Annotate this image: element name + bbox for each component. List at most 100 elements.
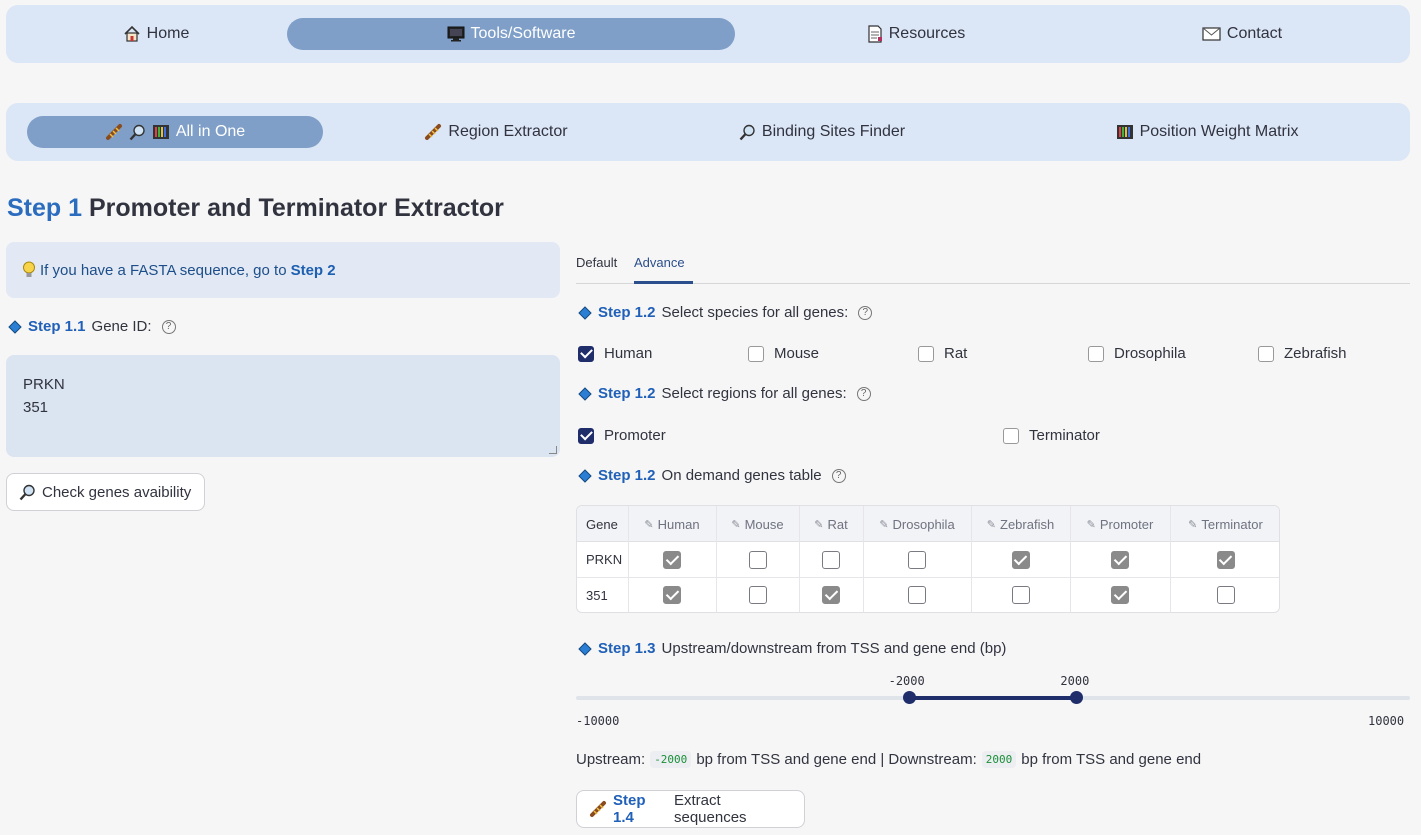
species-checkbox-rat[interactable]: Rat: [918, 345, 967, 362]
nav-tools-software[interactable]: Tools/Software: [287, 18, 735, 50]
species-text: Select species for all genes:: [661, 304, 849, 321]
checkbox-box[interactable]: [918, 345, 934, 362]
table-cell-gene[interactable]: 351: [577, 577, 628, 612]
extract-sequences-button[interactable]: Step 1.4 Extract sequences: [576, 790, 805, 828]
help-icon[interactable]: ?: [856, 386, 871, 401]
species-checkbox-zebrafish[interactable]: Zebrafish: [1258, 345, 1347, 362]
check-genes-button[interactable]: Check genes avaibility: [6, 473, 205, 511]
checkbox-box[interactable]: [748, 586, 767, 604]
dna-icon: [589, 800, 607, 818]
table-cell-checkbox[interactable]: [971, 577, 1070, 612]
checkbox-box[interactable]: [1216, 550, 1235, 569]
column-header-human[interactable]: ✎ Human: [628, 506, 716, 542]
checkbox-box[interactable]: [748, 550, 767, 569]
checkbox-box[interactable]: [663, 586, 681, 604]
range-min-label: -10000: [576, 714, 620, 728]
table-cell-checkbox[interactable]: [1170, 577, 1279, 612]
checkbox-box[interactable]: [822, 550, 840, 569]
table-cell-checkbox[interactable]: [1070, 577, 1170, 612]
column-header-rat[interactable]: ✎ Rat: [799, 506, 863, 542]
nav-contact[interactable]: Contact: [1132, 18, 1352, 50]
house-icon: [123, 25, 141, 43]
range-max-label: 10000: [1368, 714, 1405, 728]
table-cell-checkbox[interactable]: [863, 577, 971, 612]
checkbox-box[interactable]: [1258, 345, 1274, 362]
region-checkbox-promoter[interactable]: Promoter: [578, 427, 666, 444]
species-checkbox-mouse[interactable]: Mouse: [748, 345, 819, 362]
range-slider-low-handle[interactable]: [903, 691, 917, 704]
subnav-region-extractor-label: Region Extractor: [448, 123, 568, 140]
table-cell-checkbox[interactable]: [971, 542, 1070, 577]
checkbox-box[interactable]: [578, 427, 594, 444]
column-header-drosophila[interactable]: ✎ Drosophila: [863, 506, 971, 542]
column-header-gene[interactable]: Gene: [577, 506, 628, 542]
table-cell-checkbox[interactable]: [716, 542, 799, 577]
gene-id-textarea[interactable]: PRKN 351: [6, 355, 560, 457]
table-cell-checkbox[interactable]: [863, 542, 971, 577]
table-cell-checkbox[interactable]: [716, 577, 799, 612]
summary-downstream-value: 2000: [981, 751, 1017, 768]
range-step: Step 1.3: [598, 640, 656, 657]
species-checkbox-drosophila[interactable]: Drosophila: [1088, 345, 1186, 362]
species-label: Step 1.2 Select species for all genes: ?: [578, 304, 873, 321]
help-icon[interactable]: ?: [161, 319, 176, 334]
tab-default[interactable]: Default: [576, 255, 617, 270]
regions-label: Step 1.2 Select regions for all genes: ?: [578, 385, 871, 402]
checkbox-box[interactable]: [748, 345, 764, 362]
edit-icon: ✎: [1188, 518, 1198, 531]
resize-handle[interactable]: [549, 446, 557, 454]
species-checkbox-human[interactable]: Human: [578, 345, 652, 362]
checkbox-box[interactable]: [578, 345, 594, 362]
checkbox-box[interactable]: [1088, 345, 1104, 362]
table-cell-checkbox[interactable]: [799, 542, 863, 577]
region-checkbox-terminator[interactable]: Terminator: [1003, 427, 1100, 444]
checkbox-box[interactable]: [1011, 586, 1030, 604]
checkbox-box[interactable]: [663, 550, 681, 569]
column-header-zebrafish[interactable]: ✎ Zebrafish: [971, 506, 1070, 542]
nav-resources[interactable]: Resources: [806, 18, 1026, 50]
info-step-link[interactable]: Step 2: [291, 262, 336, 279]
diamond-icon: [578, 305, 592, 320]
info-text: If you have a FASTA sequence, go to: [40, 261, 287, 279]
table-cell-checkbox[interactable]: [1070, 542, 1170, 577]
edit-icon: ✎: [814, 518, 824, 531]
genes-table: Gene ✎ Human ✎ Mouse ✎ Rat ✎ Drosophila ✎ Zeb…: [576, 505, 1280, 613]
column-header-label: Rat: [827, 516, 848, 532]
top-nav: Home Tools/Software Resources Contact: [6, 5, 1410, 63]
edit-icon: ✎: [879, 518, 889, 531]
table-cell-gene[interactable]: PRKN: [577, 542, 628, 577]
nav-tools-label: Tools/Software: [470, 25, 576, 42]
extract-step: Step 1.4: [613, 792, 646, 826]
checkbox-box[interactable]: [1216, 586, 1235, 604]
nav-home[interactable]: Home: [46, 18, 266, 50]
edit-icon: ✎: [644, 518, 654, 531]
subnav-position-weight-matrix[interactable]: Position Weight Matrix: [1087, 116, 1327, 148]
subnav-all-in-one[interactable]: All in One: [27, 116, 323, 148]
subnav-region-extractor[interactable]: Region Extractor: [386, 116, 606, 148]
diamond-icon: [578, 386, 592, 401]
checkbox-box[interactable]: [1111, 586, 1129, 604]
table-cell-checkbox[interactable]: [799, 577, 863, 612]
column-header-promoter[interactable]: ✎ Promoter: [1070, 506, 1170, 542]
checkbox-box[interactable]: [1003, 427, 1019, 444]
range-slider-fill: [909, 696, 1077, 700]
checkbox-box[interactable]: [1111, 550, 1129, 569]
checkbox-box[interactable]: [908, 586, 926, 604]
checkbox-box[interactable]: [908, 550, 926, 569]
subnav-binding-sites-finder[interactable]: Binding Sites Finder: [712, 116, 932, 148]
summary-upstream-suffix: bp from TSS and gene end | Downstream:: [696, 751, 977, 768]
table-cell-checkbox[interactable]: [628, 577, 716, 612]
table-cell-checkbox[interactable]: [628, 542, 716, 577]
range-slider-high-handle[interactable]: [1069, 691, 1083, 704]
help-icon[interactable]: ?: [831, 468, 846, 483]
tab-advance[interactable]: Advance: [634, 255, 685, 270]
column-header-terminator[interactable]: ✎ Terminator: [1170, 506, 1279, 542]
checkbox-box[interactable]: [822, 586, 840, 604]
edit-icon: ✎: [1086, 518, 1096, 531]
column-header-label: Human: [657, 516, 700, 532]
range-summary: Upstream: -2000 bp from TSS and gene end…: [576, 751, 1201, 768]
checkbox-box[interactable]: [1011, 550, 1030, 569]
column-header-mouse[interactable]: ✎ Mouse: [716, 506, 799, 542]
table-cell-checkbox[interactable]: [1170, 542, 1279, 577]
help-icon[interactable]: ?: [858, 305, 873, 320]
